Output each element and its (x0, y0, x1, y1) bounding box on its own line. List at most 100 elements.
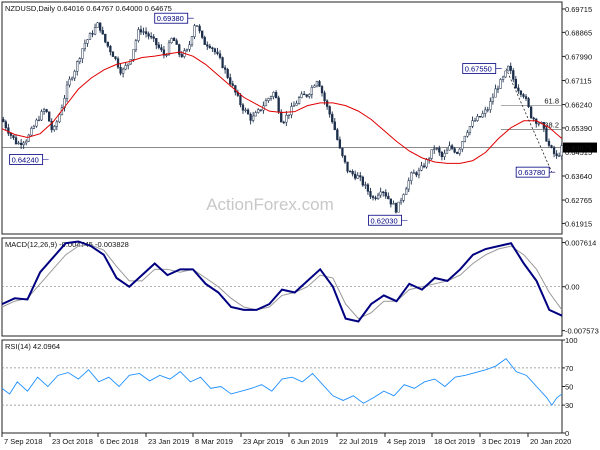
candle-body (325, 100, 329, 107)
candle-body (313, 85, 316, 88)
candle-body (254, 112, 257, 117)
price-label-text: 0.67550 (465, 65, 492, 74)
candle-body (37, 119, 41, 122)
candle-body (303, 93, 306, 96)
candle-body (371, 196, 375, 198)
candle-body (42, 109, 46, 112)
y-tick-label: 30 (565, 401, 573, 410)
candle-body (445, 149, 449, 154)
candle-body (119, 66, 122, 74)
candle-body (494, 88, 497, 98)
x-tick-label: 18 Oct 2019 (434, 437, 475, 446)
y-tick-label: 0.67990 (565, 52, 592, 61)
x-tick-label: 6 Dec 2018 (100, 437, 138, 446)
candle-body (277, 97, 280, 113)
candle-body (509, 65, 512, 71)
candle-body (178, 44, 181, 55)
candle-body (305, 94, 308, 97)
candle-body (359, 175, 362, 178)
date-axis: 7 Sep 2018 23 Oct 2018 6 Dec 2018 23 Jan 20… (1, 433, 571, 446)
candle-body (134, 40, 138, 50)
y-tick-label: 0.63640 (565, 172, 592, 181)
candle-body (188, 44, 191, 50)
candle-body (478, 116, 482, 118)
candle-body (341, 147, 344, 156)
candle-body (427, 158, 431, 160)
candle-body (70, 77, 74, 80)
panel-header: MACD(12,26,9) -0.004745 -0.003828 (5, 240, 129, 249)
candle-body (231, 83, 234, 86)
candle-body (246, 109, 250, 115)
candle-body (295, 103, 298, 106)
candle-body (48, 111, 51, 122)
candle-body (336, 129, 339, 140)
candle-body (555, 153, 558, 157)
candle-body (382, 191, 385, 194)
candle-body (40, 111, 43, 121)
candle-body (433, 148, 436, 150)
x-tick-label: 23 Apr 2019 (243, 437, 283, 446)
candle-body (348, 170, 352, 173)
candle-body (144, 31, 148, 34)
candle-body (532, 117, 535, 120)
candle-body (453, 148, 456, 153)
candle-body (496, 88, 500, 90)
candle-body (160, 47, 163, 51)
forex-chart: 0.69715 0.68865 0.67990 0.67115 0.66240 0.653… (1, 1, 599, 446)
candle-body (435, 147, 438, 150)
candle-body (241, 104, 245, 111)
candle-body (7, 127, 10, 134)
candle-body (147, 33, 150, 37)
candle-body (366, 184, 370, 192)
candle-body (412, 172, 415, 174)
candle-body (30, 128, 33, 136)
candle-body (489, 101, 492, 110)
rsi-panel: 1007050300RSI(14) 42.0964 (1, 336, 578, 438)
candle-body (338, 139, 342, 149)
candle-body (206, 44, 209, 47)
candle-body (399, 200, 403, 203)
candle-body (450, 145, 454, 149)
candle-body (216, 51, 219, 54)
candle-body (157, 44, 160, 48)
candle-body (519, 90, 523, 95)
candle-body (476, 116, 479, 121)
candle-body (58, 114, 61, 123)
y-tick-label: 0.67115 (565, 76, 592, 85)
candle-body (2, 119, 5, 122)
candle-body (165, 54, 168, 56)
candle-body (19, 142, 23, 146)
current-price-label: 0.64675 (565, 144, 592, 153)
candle-body (213, 48, 217, 53)
candle-body (425, 159, 428, 168)
price-label-text: 0.69380 (157, 14, 184, 23)
price-label-text: 0.64240 (12, 156, 39, 165)
candle-body (127, 63, 130, 66)
candle-body (190, 36, 194, 46)
candle-body (287, 114, 291, 116)
candle-body (65, 84, 69, 99)
candle-body (137, 29, 140, 41)
candle-body (290, 106, 293, 116)
y-tick-label: 70 (565, 364, 573, 373)
candle-body (320, 86, 324, 94)
candle-body (142, 31, 145, 33)
candle-body (93, 27, 97, 35)
candle-body (155, 38, 158, 46)
candle-body (468, 126, 472, 133)
candle-body (88, 33, 92, 40)
y-tick-label: 0.00 (565, 283, 580, 292)
price-panel: 0.69715 0.68865 0.67990 0.67115 0.66240 0.653… (1, 1, 597, 235)
candle-body (32, 125, 36, 129)
candle-body (461, 141, 464, 150)
candle-body (259, 109, 262, 111)
candle-body (203, 37, 206, 45)
candle-body (116, 58, 120, 68)
candle-body (17, 142, 20, 145)
candle-body (170, 38, 173, 44)
candle-body (218, 53, 222, 58)
candle-body (514, 78, 517, 89)
candle-body (297, 97, 301, 104)
candle-body (486, 109, 489, 111)
candle-body (405, 188, 408, 195)
